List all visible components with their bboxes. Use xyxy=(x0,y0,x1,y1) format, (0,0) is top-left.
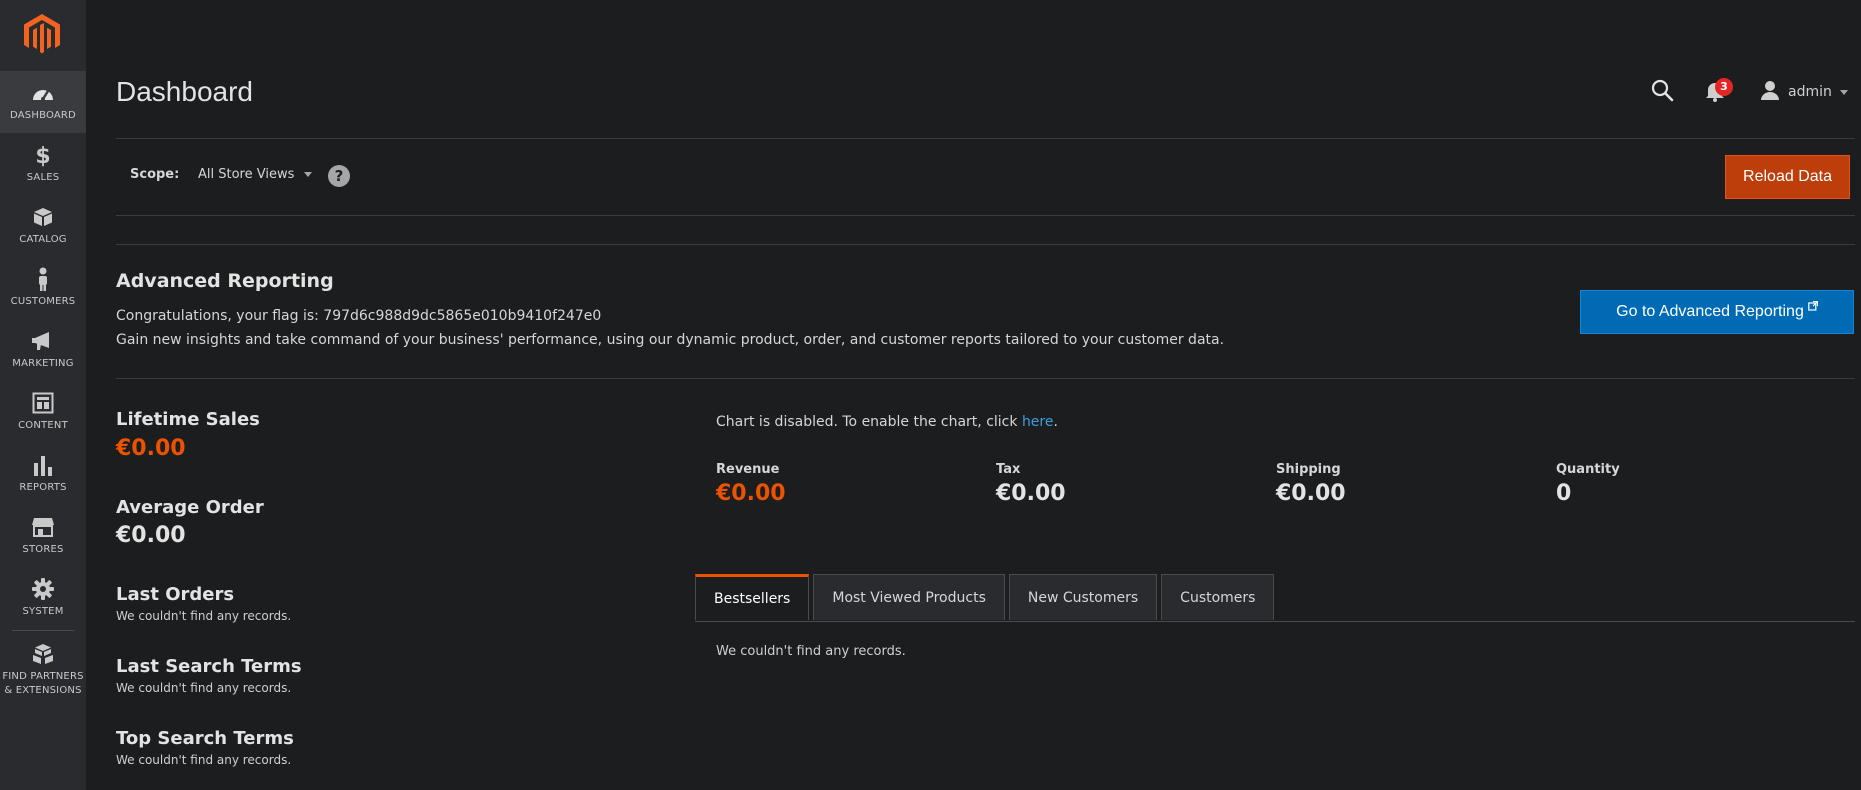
last-orders-title: Last Orders xyxy=(116,584,235,605)
top-search-terms-empty: We couldn't find any records. xyxy=(116,753,292,767)
magento-logo-icon[interactable] xyxy=(22,12,62,56)
total-label: Revenue xyxy=(716,462,780,477)
advanced-reporting-description: Gain new insights and take command of yo… xyxy=(116,332,1225,348)
dashboard-icon xyxy=(31,81,55,105)
total-quantity: Quantity 0 xyxy=(1556,462,1816,506)
total-shipping: Shipping €0.00 xyxy=(1276,462,1536,506)
svg-text:$: $ xyxy=(35,144,50,167)
sidebar-label-reports: REPORTS xyxy=(19,482,67,493)
section-divider xyxy=(116,378,1855,379)
go-to-advanced-reporting-button[interactable]: Go to Advanced Reporting xyxy=(1580,290,1854,334)
average-order-value: €0.00 xyxy=(116,523,186,548)
sidebar-item-sales[interactable]: $ SALES xyxy=(0,133,86,195)
chevron-down-icon xyxy=(1839,89,1848,95)
average-order-title: Average Order xyxy=(116,497,264,518)
notifications-badge[interactable]: 3 xyxy=(1715,78,1733,96)
sidebar-item-stores[interactable]: STORES xyxy=(0,505,86,567)
total-value: 0 xyxy=(1556,481,1572,506)
bar-chart-icon xyxy=(31,453,55,477)
total-revenue: Revenue €0.00 xyxy=(716,462,976,506)
chart-disabled-note: Chart is disabled. To enable the chart, … xyxy=(716,414,1058,430)
sidebar-item-marketing[interactable]: MARKETING xyxy=(0,319,86,381)
user-name: admin xyxy=(1788,84,1832,100)
storefront-icon xyxy=(31,515,55,539)
tab-content-empty: We couldn't find any records. xyxy=(716,644,906,659)
tab-customers[interactable]: Customers xyxy=(1161,574,1275,620)
reload-data-button[interactable]: Reload Data xyxy=(1725,155,1850,199)
user-avatar-icon xyxy=(1760,80,1780,104)
admin-sidebar: DASHBOARD $ SALES CATALOG CUSTOMERS MARK… xyxy=(0,0,86,790)
sidebar-label-catalog: CATALOG xyxy=(19,234,67,245)
scope-label: Scope: xyxy=(130,167,180,182)
layout-icon xyxy=(31,391,55,415)
sidebar-item-dashboard[interactable]: DASHBOARD xyxy=(0,71,86,133)
person-icon xyxy=(31,267,55,291)
cubes-icon xyxy=(31,642,55,666)
scope-bar: Scope: All Store Views ? Reload Data xyxy=(116,138,1855,216)
total-label: Tax xyxy=(996,462,1021,477)
megaphone-icon xyxy=(31,329,55,353)
sidebar-label-sales: SALES xyxy=(26,172,60,183)
sidebar-item-reports[interactable]: REPORTS xyxy=(0,443,86,505)
sidebar-item-catalog[interactable]: CATALOG xyxy=(0,195,86,257)
lifetime-sales-title: Lifetime Sales xyxy=(116,409,260,430)
last-search-terms-title: Last Search Terms xyxy=(116,656,302,677)
sidebar-divider xyxy=(12,630,74,631)
sidebar-label-marketing: MARKETING xyxy=(12,358,74,369)
total-tax: Tax €0.00 xyxy=(996,462,1256,506)
tab-underline xyxy=(695,621,1855,622)
chart-note-text: Chart is disabled. To enable the chart, … xyxy=(716,414,1022,430)
chevron-down-icon xyxy=(304,172,313,177)
sidebar-item-system[interactable]: SYSTEM xyxy=(0,567,86,629)
sidebar-label-customers: CUSTOMERS xyxy=(10,296,76,307)
sidebar-label-dashboard: DASHBOARD xyxy=(10,110,76,121)
total-value: €0.00 xyxy=(716,481,786,506)
tab-bestsellers[interactable]: Bestsellers xyxy=(695,574,810,620)
total-value: €0.00 xyxy=(1276,481,1346,506)
box-icon xyxy=(31,205,55,229)
sidebar-item-content[interactable]: CONTENT xyxy=(0,381,86,443)
advanced-reporting-flag: Congratulations, your flag is: 797d6c988… xyxy=(116,308,602,324)
sidebar-item-partners[interactable]: FIND PARTNERS & EXTENSIONS xyxy=(0,636,86,698)
gear-icon xyxy=(31,577,55,601)
total-label: Quantity xyxy=(1556,462,1620,477)
tab-new-customers[interactable]: New Customers xyxy=(1008,574,1158,620)
search-icon[interactable] xyxy=(1650,78,1674,102)
dashboard-tabs: Bestsellers Most Viewed Products New Cus… xyxy=(695,574,1275,620)
dollar-icon: $ xyxy=(31,143,55,167)
scope-value: All Store Views xyxy=(198,167,295,182)
chart-note-suffix: . xyxy=(1053,414,1058,430)
sidebar-label-system: SYSTEM xyxy=(22,606,64,617)
top-search-terms-title: Top Search Terms xyxy=(116,728,294,749)
page-title: Dashboard xyxy=(116,76,253,107)
sidebar-label-content: CONTENT xyxy=(18,420,68,431)
admin-user-menu[interactable]: admin xyxy=(1760,80,1848,104)
sidebar-item-customers[interactable]: CUSTOMERS xyxy=(0,257,86,319)
last-search-terms-empty: We couldn't find any records. xyxy=(116,681,292,695)
lifetime-sales-value: €0.00 xyxy=(116,436,186,461)
enable-chart-link[interactable]: here xyxy=(1022,414,1054,430)
section-divider xyxy=(116,244,1855,245)
last-orders-empty: We couldn't find any records. xyxy=(116,609,292,623)
advanced-reporting-title: Advanced Reporting xyxy=(116,270,334,292)
sidebar-label-stores: STORES xyxy=(22,544,64,555)
total-label: Shipping xyxy=(1276,462,1341,477)
scope-switcher[interactable]: All Store Views xyxy=(198,167,313,182)
external-link-icon xyxy=(1808,298,1818,316)
tab-most-viewed-products[interactable]: Most Viewed Products xyxy=(813,574,1005,620)
advanced-reporting-button-label: Go to Advanced Reporting xyxy=(1616,303,1804,320)
total-value: €0.00 xyxy=(996,481,1066,506)
help-icon[interactable]: ? xyxy=(328,165,350,187)
sidebar-label-partners: FIND PARTNERS & EXTENSIONS xyxy=(2,671,84,696)
